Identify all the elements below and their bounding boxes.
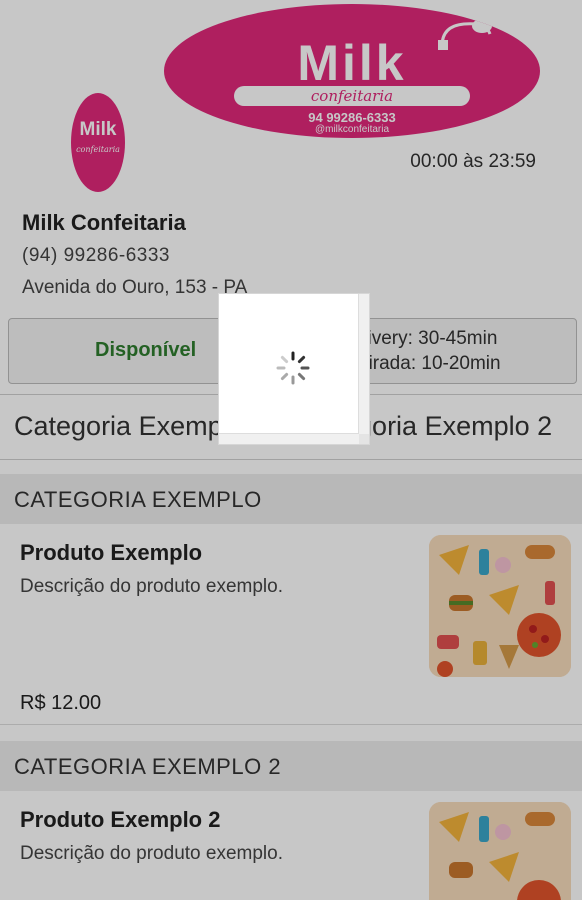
horizontal-scrollbar[interactable] — [219, 433, 359, 444]
loading-dialog — [218, 293, 370, 445]
store-page: Milk confeitaria 94 99286-6333 @milkconf… — [0, 0, 582, 900]
vertical-scrollbar[interactable] — [358, 294, 369, 434]
loading-spinner-icon — [276, 351, 310, 385]
modal-overlay — [0, 0, 582, 900]
resize-handle[interactable] — [359, 434, 369, 444]
